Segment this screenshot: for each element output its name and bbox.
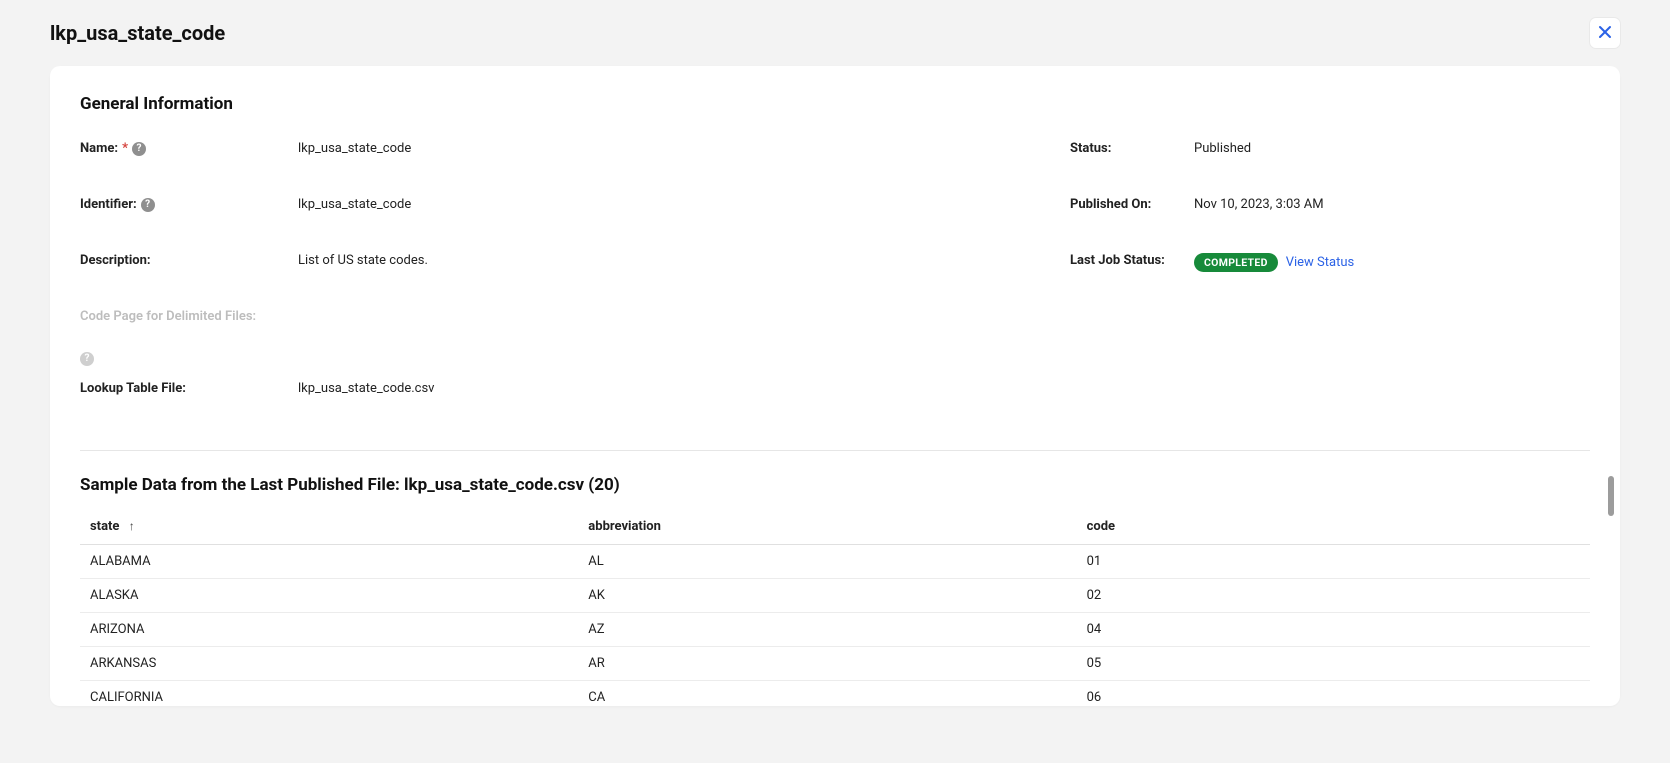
page-header: lkp_usa_state_code [50, 0, 1620, 66]
general-info-heading: General Information [80, 94, 1590, 114]
col-header-state[interactable]: state ↑ [80, 509, 578, 545]
table-row[interactable]: ALABAMAAL01 [80, 544, 1590, 578]
cell-state: ARKANSAS [80, 646, 578, 680]
field-description-value: List of US state codes. [298, 252, 428, 268]
sample-table-wrap: state ↑ abbreviation code ALABAMAAL01ALA… [80, 509, 1590, 707]
cell-state: ALABAMA [80, 544, 578, 578]
field-description: Description: List of US state codes. [80, 252, 1030, 300]
cell-state: ARIZONA [80, 612, 578, 646]
field-lookup-file: Lookup Table File: lkp_usa_state_code.cs… [80, 380, 1030, 428]
required-star-icon: * [122, 140, 128, 158]
cell-abbreviation: CA [578, 680, 1076, 706]
general-info-right-col: Status: Published Published On: Nov 10, … [1070, 140, 1590, 436]
field-name-label: Name: * ? [80, 140, 298, 158]
table-body: ALABAMAAL01ALASKAAK02ARIZONAAZ04ARKANSAS… [80, 544, 1590, 706]
table-header-row: state ↑ abbreviation code [80, 509, 1590, 545]
page-title: lkp_usa_state_code [50, 21, 225, 45]
cell-code: 06 [1077, 680, 1590, 706]
col-header-code[interactable]: code [1077, 509, 1590, 545]
field-name: Name: * ? lkp_usa_state_code [80, 140, 1030, 188]
field-status-value: Published [1194, 140, 1251, 156]
field-code-page-label: Code Page for Delimited Files: [80, 308, 298, 326]
cell-abbreviation: AL [578, 544, 1076, 578]
field-lookup-file-label: Lookup Table File: [80, 380, 298, 398]
cell-state: ALASKA [80, 578, 578, 612]
field-published-on-label: Published On: [1070, 196, 1194, 214]
field-identifier-value: lkp_usa_state_code [298, 196, 411, 212]
field-lookup-file-value: lkp_usa_state_code.csv [298, 380, 434, 396]
field-lookup-file-label-text: Lookup Table File: [80, 380, 186, 398]
close-button[interactable] [1590, 18, 1620, 48]
field-code-page-label-text: Code Page for Delimited Files: [80, 308, 256, 326]
field-identifier-label: Identifier: ? [80, 196, 298, 214]
content-card: General Information Name: * ? lkp_usa_st… [50, 66, 1620, 706]
field-published-on: Published On: Nov 10, 2023, 3:03 AM [1070, 196, 1590, 244]
cell-code: 02 [1077, 578, 1590, 612]
field-status: Status: Published [1070, 140, 1590, 188]
field-last-job-status: Last Job Status: COMPLETED View Status [1070, 252, 1590, 300]
status-badge: COMPLETED [1194, 253, 1278, 272]
section-divider [80, 450, 1590, 451]
field-identifier: Identifier: ? lkp_usa_state_code [80, 196, 1030, 244]
col-header-abbreviation[interactable]: abbreviation [578, 509, 1076, 545]
view-status-link[interactable]: View Status [1286, 255, 1355, 270]
table-row[interactable]: ALASKAAK02 [80, 578, 1590, 612]
page-container: lkp_usa_state_code General Information N… [50, 0, 1620, 726]
table-row[interactable]: ARKANSASAR05 [80, 646, 1590, 680]
field-code-page: Code Page for Delimited Files: [80, 308, 1030, 348]
field-last-job-value: COMPLETED View Status [1194, 252, 1354, 272]
table-row[interactable]: CALIFORNIACA06 [80, 680, 1590, 706]
general-info-left-col: Name: * ? lkp_usa_state_code Identifier:… [80, 140, 1030, 436]
col-header-state-text: state [90, 519, 119, 534]
cell-state: CALIFORNIA [80, 680, 578, 706]
general-info-grid: Name: * ? lkp_usa_state_code Identifier:… [80, 140, 1590, 436]
sample-data-heading: Sample Data from the Last Published File… [80, 475, 1590, 495]
cell-code: 05 [1077, 646, 1590, 680]
sample-data-table: state ↑ abbreviation code ALABAMAAL01ALA… [80, 509, 1590, 707]
cell-abbreviation: AZ [578, 612, 1076, 646]
field-code-page-help-row: ? [80, 350, 1030, 366]
field-identifier-label-text: Identifier: [80, 196, 137, 214]
field-name-label-text: Name: [80, 140, 118, 158]
table-row[interactable]: ARIZONAAZ04 [80, 612, 1590, 646]
help-icon[interactable]: ? [141, 198, 155, 212]
field-status-label: Status: [1070, 140, 1194, 158]
field-name-value: lkp_usa_state_code [298, 140, 411, 156]
close-icon [1598, 25, 1612, 42]
cell-abbreviation: AK [578, 578, 1076, 612]
field-description-label-text: Description: [80, 252, 151, 270]
cell-code: 04 [1077, 612, 1590, 646]
field-description-label: Description: [80, 252, 298, 270]
sort-asc-icon: ↑ [129, 519, 135, 533]
scrollbar-thumb[interactable] [1608, 476, 1614, 516]
cell-code: 01 [1077, 544, 1590, 578]
field-published-on-value: Nov 10, 2023, 3:03 AM [1194, 196, 1324, 212]
help-icon[interactable]: ? [132, 142, 146, 156]
help-icon[interactable]: ? [80, 352, 94, 366]
field-last-job-label: Last Job Status: [1070, 252, 1194, 270]
cell-abbreviation: AR [578, 646, 1076, 680]
